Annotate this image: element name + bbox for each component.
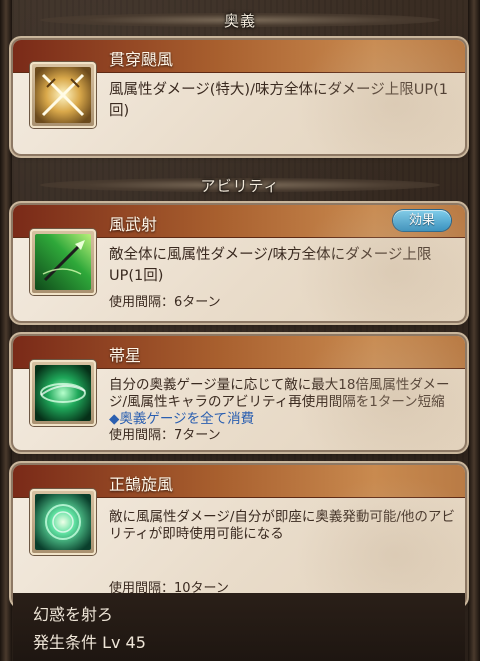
support-skill-condition: 発生条件 Lv 45 <box>33 633 146 652</box>
ability-card-1[interactable]: 風武射 効果 敵全体に風属性ダメージ/味方全体にダメージ上限UP(1回) 使用間… <box>13 205 465 321</box>
ougi-section-title: 奥義 <box>223 11 256 30</box>
ougi-section-header: 奥義 <box>0 3 480 37</box>
left-rail <box>0 0 12 661</box>
ability-3-name: 正鵠旋風 <box>109 475 174 494</box>
wind-orb-icon <box>30 489 96 555</box>
support-skill-name: 幻惑を射ろ <box>33 605 114 624</box>
ougi-name: 貫穿颶風 <box>109 50 174 69</box>
ability-2-description-text: 自分の奥義ゲージ量に応じて敵に最大18倍風属性ダメージ/風属性キャラのアビリティ… <box>109 377 450 410</box>
ability-2-description: 自分の奥義ゲージ量に応じて敵に最大18倍風属性ダメージ/風属性キャラのアビリティ… <box>109 377 459 428</box>
crossed-swords-icon <box>30 62 96 128</box>
ougi-description: 風属性ダメージ(特大)/味方全体にダメージ上限UP(1回) <box>109 82 448 119</box>
ability-section-title: アビリティ <box>200 176 280 195</box>
wind-swirl-icon <box>30 360 96 426</box>
ougi-card[interactable]: 貫穿颶風 風属性ダメージ(特大)/味方全体にダメージ上限UP(1回) <box>13 40 465 154</box>
effect-badge-button[interactable]: 効果 <box>393 210 451 231</box>
ability-2-name: 帯星 <box>109 346 142 365</box>
right-rail <box>468 0 480 661</box>
support-skill-panel: 幻惑を射ろ 発生条件 Lv 45 <box>13 593 465 661</box>
ability-1-description: 敵全体に風属性ダメージ/味方全体にダメージ上限UP(1回) <box>109 247 432 284</box>
ability-section-header: アビリティ <box>0 168 480 202</box>
ability-2-cooldown: 使用間隔：7ターン <box>109 428 221 443</box>
wind-arrow-icon <box>30 229 96 295</box>
ability-card-2[interactable]: 帯星 自分の奥義ゲージ量に応じて敵に最大18倍風属性ダメージ/風属性キャラのアビ… <box>13 336 465 450</box>
ability-3-description: 敵に風属性ダメージ/自分が即座に奥義発動可能/他のアビリティが即時使用可能になる <box>109 509 455 542</box>
ability-1-cooldown: 使用間隔：6ターン <box>109 295 221 310</box>
ability-card-3[interactable]: 正鵠旋風 敵に風属性ダメージ/自分が即座に奥義発動可能/他のアビリティが即時使用… <box>13 465 465 605</box>
ability-1-name: 風武射 <box>109 215 158 234</box>
